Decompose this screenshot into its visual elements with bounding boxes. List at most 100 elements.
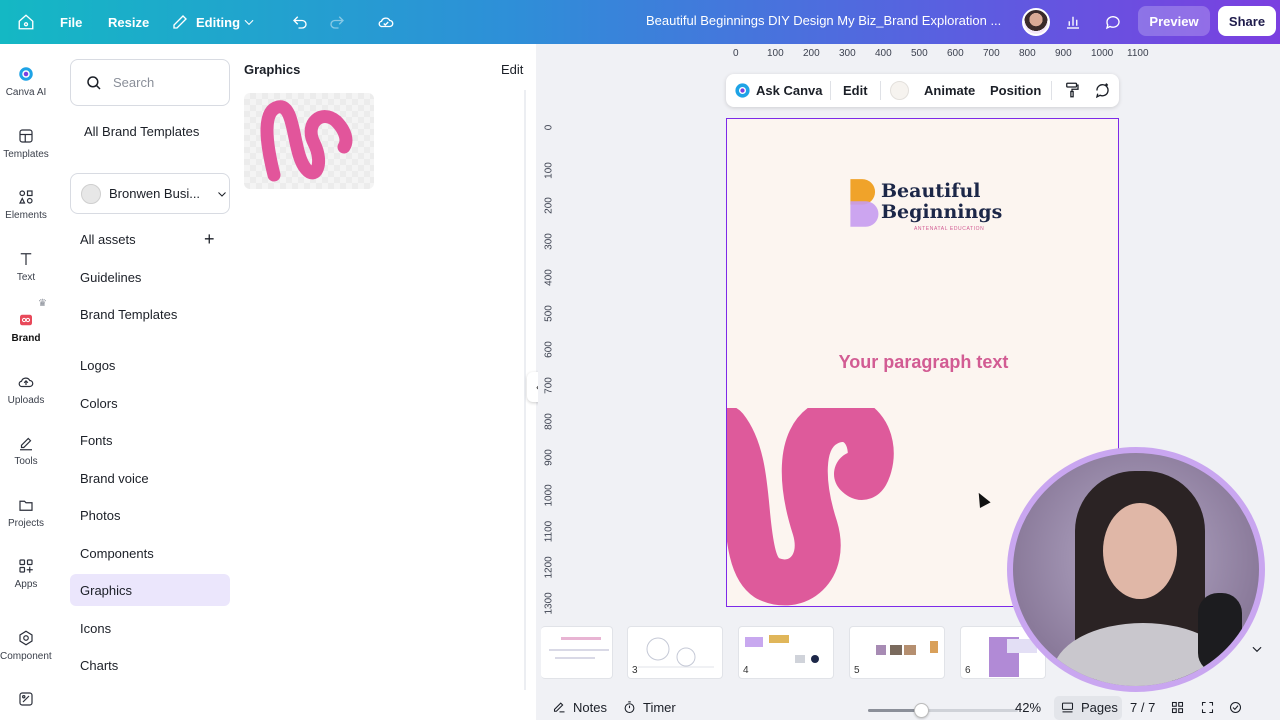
graphic-item[interactable] bbox=[244, 93, 374, 189]
undo-icon[interactable] bbox=[291, 0, 309, 44]
preview-button[interactable]: Preview bbox=[1138, 6, 1210, 36]
rail-item-tools[interactable]: Tools bbox=[0, 434, 52, 467]
top-toolbar: File Resize Editing Beautiful Beginnings… bbox=[0, 0, 1280, 44]
page-count[interactable]: 7 / 7 bbox=[1130, 700, 1155, 715]
rail-item-templates[interactable]: Templates bbox=[0, 127, 52, 160]
grid-view-icon[interactable] bbox=[1170, 700, 1185, 715]
nav-brand-templates[interactable]: Brand Templates bbox=[80, 307, 177, 322]
rail-item-uploads[interactable]: Uploads bbox=[0, 373, 52, 406]
ruler-mark: 500 bbox=[911, 48, 928, 59]
components-icon bbox=[19, 630, 33, 646]
color-swatch[interactable] bbox=[890, 81, 909, 100]
ruler-mark: 700 bbox=[983, 48, 1000, 59]
chevron-down-icon[interactable] bbox=[242, 0, 256, 44]
nav-components[interactable]: Components bbox=[80, 546, 154, 561]
document-title[interactable]: Beautiful Beginnings DIY Design My Biz_B… bbox=[646, 13, 1001, 28]
pages-toggle[interactable]: Pages bbox=[1060, 700, 1118, 715]
nav-guidelines[interactable]: Guidelines bbox=[80, 270, 141, 285]
insights-icon[interactable] bbox=[1064, 0, 1082, 44]
page-thumbnail[interactable]: 3 bbox=[627, 626, 723, 679]
ruler-mark: 300 bbox=[839, 48, 856, 59]
rail-item-text[interactable]: Text bbox=[0, 250, 52, 283]
webcam-overlay bbox=[1007, 447, 1265, 692]
nav-charts[interactable]: Charts bbox=[80, 658, 118, 673]
fullscreen-icon[interactable] bbox=[1200, 700, 1215, 715]
pen-icon bbox=[20, 437, 32, 451]
notes-icon bbox=[553, 702, 565, 713]
nav-photos[interactable]: Photos bbox=[80, 508, 120, 523]
rail-label: Brand bbox=[11, 333, 41, 344]
all-brand-templates-link[interactable]: All Brand Templates bbox=[84, 124, 199, 139]
edit-button[interactable]: Edit bbox=[843, 83, 868, 98]
file-menu[interactable]: File bbox=[60, 0, 82, 44]
timer-label: Timer bbox=[643, 700, 676, 715]
ruler-mark: 100 bbox=[767, 48, 784, 59]
pink-squiggle-graphic bbox=[260, 100, 353, 182]
cloud-upload-icon bbox=[18, 377, 34, 388]
comment-add-icon[interactable] bbox=[1093, 81, 1112, 100]
chevron-down-icon bbox=[218, 191, 226, 197]
redo-icon[interactable] bbox=[328, 0, 346, 44]
rail-item-more[interactable] bbox=[0, 690, 52, 712]
logo-wordmark: Beautiful Beginnings bbox=[881, 181, 1002, 223]
cloud-saved-icon[interactable] bbox=[377, 0, 395, 44]
rail-label: Uploads bbox=[7, 395, 45, 406]
check-icon[interactable] bbox=[1228, 700, 1243, 715]
search-placeholder: Search bbox=[113, 75, 155, 90]
rail-item-brand[interactable]: Brand bbox=[0, 311, 52, 344]
page-thumbnail[interactable] bbox=[541, 626, 613, 679]
page-thumbnail[interactable]: 4 bbox=[738, 626, 834, 679]
rail-item-projects[interactable]: Projects bbox=[0, 496, 52, 529]
divider bbox=[880, 81, 881, 100]
ask-canva-button[interactable]: Ask Canva bbox=[756, 83, 822, 98]
share-button[interactable]: Share bbox=[1218, 6, 1276, 36]
rail-item-elements[interactable]: Elements bbox=[0, 188, 52, 221]
notes-button[interactable]: Notes bbox=[552, 700, 607, 715]
nav-all-assets[interactable]: All assets bbox=[80, 232, 136, 247]
nav-logos[interactable]: Logos bbox=[80, 358, 115, 373]
brand-kit-select[interactable]: Bronwen Busi... bbox=[70, 173, 230, 214]
text-icon bbox=[20, 253, 32, 265]
zoom-value[interactable]: 42% bbox=[1015, 700, 1041, 715]
comment-icon[interactable] bbox=[1104, 0, 1122, 44]
page-thumbnail[interactable]: 5 bbox=[849, 626, 945, 679]
nav-icons[interactable]: Icons bbox=[80, 621, 111, 636]
user-avatar[interactable] bbox=[1022, 8, 1050, 36]
nav-colors[interactable]: Colors bbox=[80, 396, 118, 411]
panel-scrollbar[interactable] bbox=[524, 90, 526, 690]
zoom-slider[interactable] bbox=[868, 703, 1018, 718]
rail-item-canva-ai[interactable]: Canva AI bbox=[0, 65, 52, 98]
nav-brand-voice[interactable]: Brand voice bbox=[80, 471, 149, 486]
image-edit-icon bbox=[19, 692, 33, 706]
timer-button[interactable]: Timer bbox=[622, 700, 676, 715]
page-number: 6 bbox=[965, 665, 971, 676]
resize-button[interactable]: Resize bbox=[108, 0, 149, 44]
apps-icon bbox=[19, 559, 33, 573]
ruler-mark: 0 bbox=[733, 48, 739, 59]
rail-label: Apps bbox=[14, 579, 38, 590]
rail-label: Elements bbox=[5, 210, 47, 221]
rail-item-apps[interactable]: Apps bbox=[0, 557, 52, 590]
nav-fonts[interactable]: Fonts bbox=[80, 433, 113, 448]
nav-graphics[interactable]: Graphics bbox=[80, 583, 132, 598]
edit-link[interactable]: Edit bbox=[501, 62, 523, 77]
paint-roller-icon[interactable] bbox=[1063, 81, 1081, 99]
home-icon[interactable] bbox=[17, 0, 35, 44]
ruler-mark: 200 bbox=[543, 197, 555, 214]
paragraph-text[interactable]: Your paragraph text bbox=[727, 352, 1118, 373]
brand-kit-logo bbox=[81, 183, 101, 204]
rail-item-components[interactable]: Components bbox=[0, 629, 57, 662]
ruler-mark: 500 bbox=[543, 305, 555, 322]
animate-button[interactable]: Animate bbox=[924, 83, 975, 98]
chevron-down-icon[interactable] bbox=[1250, 642, 1264, 656]
add-icon[interactable]: + bbox=[204, 229, 215, 250]
zoom-slider-knob[interactable] bbox=[913, 703, 929, 718]
position-button[interactable]: Position bbox=[990, 83, 1041, 98]
page-number: 5 bbox=[854, 665, 860, 676]
search-input[interactable]: Search bbox=[70, 59, 230, 106]
folder-icon bbox=[19, 500, 33, 511]
ruler-mark: 800 bbox=[1019, 48, 1036, 59]
editing-mode-button[interactable]: Editing bbox=[196, 0, 240, 44]
pages-icon bbox=[1061, 702, 1074, 713]
logo-line-2: Beginnings bbox=[881, 201, 1003, 223]
